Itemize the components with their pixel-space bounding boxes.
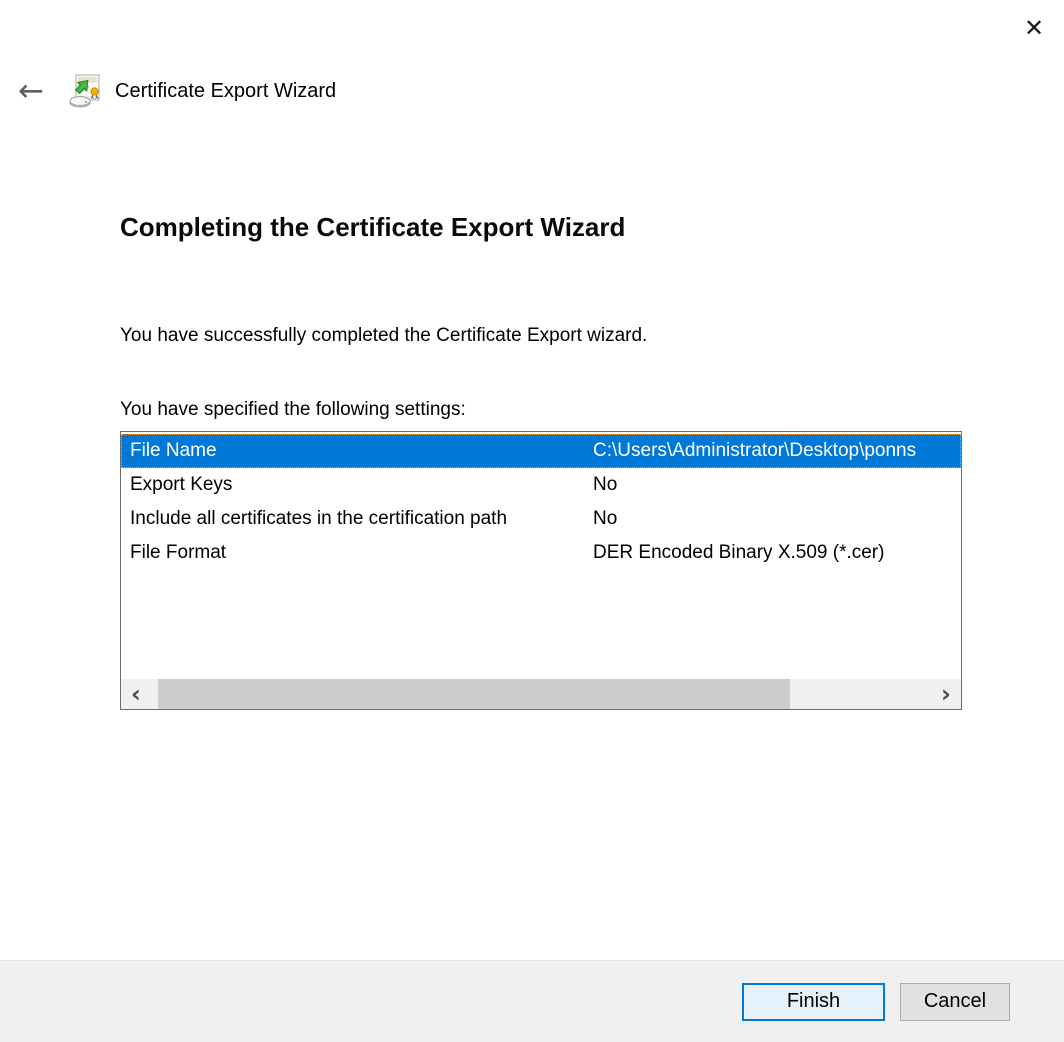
scroll-right-icon[interactable]: › [931,679,961,709]
back-arrow-icon[interactable]: ← [14,74,48,108]
scrollbar-thumb[interactable] [158,679,790,709]
setting-name: File Name [130,440,217,461]
window-title: Certificate Export Wizard [115,79,337,102]
settings-list[interactable]: File Name C:\Users\Administrator\Desktop\… [120,431,962,710]
cancel-button[interactable]: Cancel [900,982,1010,1021]
footer-bar: Finish Cancel [0,960,1064,1042]
setting-value: C:\Users\Administrator\Desktop\ponns [593,440,917,461]
settings-label: You have specified the following setting… [120,399,466,420]
settings-row[interactable]: File Format DER Encoded Binary X.509 (*.c… [121,536,961,570]
certificate-export-wizard-dialog: ✕ ← Certificate Export Wizard Completing… [0,0,1064,1042]
success-message: You have successfully completed the Cert… [120,325,648,346]
setting-value: No [593,474,618,495]
scroll-left-icon[interactable]: ‹ [121,679,151,709]
finish-button[interactable]: Finish [742,982,885,1021]
wizard-header: ← Certificate Export Wizard [14,72,336,110]
page-heading: Completing the Certificate Export Wizard [120,212,626,242]
setting-name: File Format [130,542,227,563]
setting-name: Export Keys [130,474,233,495]
settings-row[interactable]: Include all certificates in the certific… [121,502,961,536]
setting-value: DER Encoded Binary X.509 (*.cer) [593,542,885,563]
certificate-export-icon [67,73,103,109]
setting-value: No [593,508,618,529]
scrollbar-track[interactable] [151,679,931,709]
setting-name: Include all certificates in the certific… [130,508,508,529]
close-icon[interactable]: ✕ [1016,10,1052,46]
settings-row[interactable]: Export Keys No [121,468,961,502]
horizontal-scrollbar[interactable]: ‹ › [121,679,961,709]
settings-row[interactable]: File Name C:\Users\Administrator\Desktop\… [121,434,961,468]
